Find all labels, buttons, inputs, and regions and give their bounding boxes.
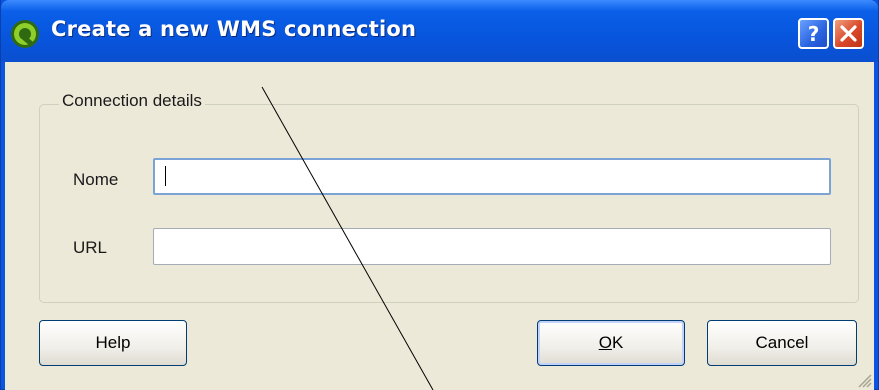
cancel-button-label: Cancel: [755, 333, 809, 352]
question-mark-icon: ?: [808, 22, 820, 46]
url-input[interactable]: [153, 228, 831, 265]
svg-text:?: ?: [808, 22, 820, 46]
help-button[interactable]: Help: [39, 320, 187, 366]
name-label: Nome: [73, 170, 119, 189]
group-legend: Connection details: [59, 91, 205, 111]
ok-button-label: OK: [598, 333, 624, 352]
window-title: Create a new WMS connection: [51, 17, 417, 41]
dialog-client-area: Connection details Nome URL Help OK Canc…: [5, 62, 874, 390]
title-close-button[interactable]: [833, 18, 864, 49]
ok-button[interactable]: OK: [537, 320, 685, 366]
cancel-button[interactable]: Cancel: [707, 320, 857, 366]
help-button-label: Help: [95, 333, 131, 352]
close-x-icon: [840, 25, 857, 42]
resize-grip-icon[interactable]: [854, 370, 872, 388]
name-input[interactable]: [153, 158, 831, 195]
title-help-button[interactable]: ?: [798, 18, 829, 49]
title-bar[interactable]: Create a new WMS connection ?: [1, 0, 878, 62]
text-caret: [165, 166, 166, 186]
url-label: URL: [73, 238, 108, 257]
connection-details-group: [39, 104, 859, 303]
qgis-app-icon: [11, 20, 39, 48]
dialog-window: Create a new WMS connection ? Connection…: [0, 0, 879, 390]
